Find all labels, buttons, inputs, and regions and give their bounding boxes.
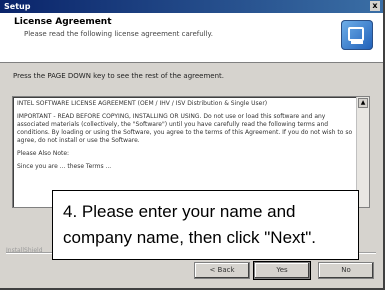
no-button[interactable]: No [318,262,374,279]
license-paragraph: INTEL SOFTWARE LICENSE AGREEMENT (OEM / … [17,100,268,107]
license-paragraph: Since you are ... these Terms ... [17,163,112,170]
back-button[interactable]: < Back [194,262,250,279]
license-paragraph: IMPORTANT - READ BEFORE COPYING, INSTALL… [17,113,353,144]
close-icon[interactable]: x [370,1,380,11]
wizard-header: License Agreement Please read the follow… [0,13,383,63]
license-paragraph: Please Also Note: [17,150,70,157]
setup-computer-icon [341,20,373,50]
scroll-up-icon[interactable]: ▲ [358,98,368,108]
page-title: License Agreement [14,17,112,27]
window-title: Setup [4,2,31,11]
callout-line-2: company name, then click "Next". [63,228,317,247]
license-text: INTEL SOFTWARE LICENSE AGREEMENT (OEM / … [17,100,355,176]
yes-button[interactable]: Yes [253,261,311,280]
instruction-callout: 4. Please enter your name and company na… [52,190,359,260]
page-subtitle: Please read the following license agreem… [24,30,213,38]
title-bar[interactable]: Setup x [0,0,383,13]
callout-line-1: 4. Please enter your name and [63,202,296,221]
instruction-text: Press the PAGE DOWN key to see the rest … [13,72,225,80]
